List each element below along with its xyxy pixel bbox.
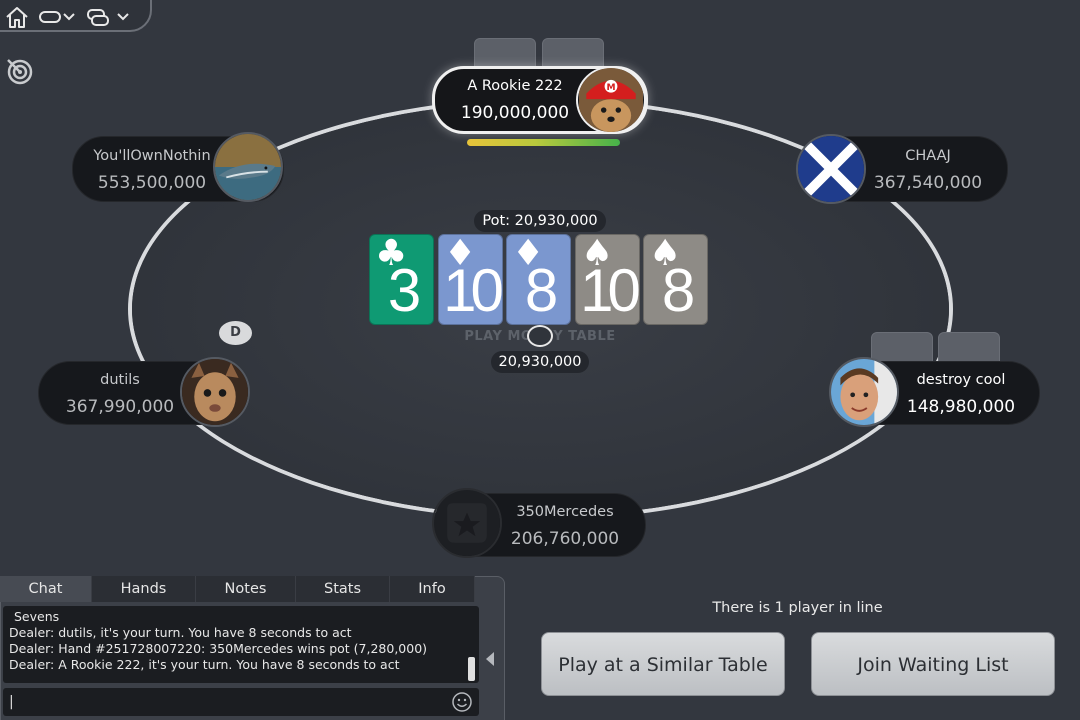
board-card-3: ♦ 8 — [506, 234, 571, 325]
tab-info[interactable]: Info — [390, 576, 475, 602]
card-rank: 8 — [661, 257, 695, 324]
player-avatar[interactable] — [180, 357, 250, 427]
target-icon[interactable] — [5, 57, 33, 85]
board-card-1: ♣ 3 — [369, 234, 434, 325]
chat-log[interactable]: Sevens Dealer: dutils, it's your turn. Y… — [3, 606, 479, 683]
card-rank: 3 — [387, 257, 421, 324]
player-stack: 148,980,000 — [906, 397, 1016, 417]
dealer-button: D — [219, 321, 252, 345]
play-similar-table-button[interactable]: Play at a Similar Table — [541, 632, 785, 696]
player-avatar[interactable]: M — [576, 66, 646, 134]
chat-line: Dealer: Hand #251728007220: 350Mercedes … — [9, 641, 428, 656]
view-toggle-icon[interactable] — [38, 6, 78, 28]
tab-notes[interactable]: Notes — [196, 576, 296, 602]
board-card-2: ♦ 10 — [438, 234, 504, 325]
card-rank: 10 — [443, 257, 504, 324]
board-card-4: ♠ 10 — [575, 234, 641, 325]
chat-line: Dealer: A Rookie 222, it's your turn. Yo… — [9, 657, 400, 672]
player-stack: 553,500,000 — [97, 173, 207, 193]
chat-line: Sevens — [14, 609, 60, 624]
join-waiting-list-button[interactable]: Join Waiting List — [811, 632, 1055, 696]
player-stack: 206,760,000 — [510, 529, 620, 549]
pot-chip-icon — [527, 325, 553, 347]
player-name: A Rookie 222 — [467, 78, 563, 94]
chat-tabs: Chat Hands Notes Stats Info — [0, 576, 475, 602]
emoji-icon[interactable] — [451, 691, 473, 713]
svg-text:M: M — [606, 83, 615, 93]
tab-chat[interactable]: Chat — [0, 576, 92, 602]
queue-status-text: There is 1 player in line — [712, 600, 883, 616]
player-stack: 367,990,000 — [65, 397, 175, 417]
player-name: You'llOwnNothin — [93, 148, 211, 164]
collapse-chat-arrow-icon[interactable] — [486, 652, 494, 666]
player-stack: 190,000,000 — [460, 103, 570, 123]
player-name: 350Mercedes — [516, 504, 614, 520]
home-icon[interactable] — [4, 6, 30, 28]
tab-hands[interactable]: Hands — [92, 576, 196, 602]
pot-chip-amount: 20,930,000 — [491, 351, 589, 373]
tab-stats[interactable]: Stats — [296, 576, 390, 602]
default-avatar-icon[interactable] — [432, 488, 502, 558]
card-rank: 8 — [524, 257, 558, 324]
tables-icon[interactable] — [86, 6, 134, 28]
player-name: CHAAJ — [905, 148, 951, 164]
action-timer-bar — [467, 139, 620, 146]
card-rank: 10 — [580, 257, 641, 324]
player-name: destroy cool — [916, 372, 1006, 388]
chat-input[interactable]: | — [3, 688, 479, 716]
player-stack: 367,540,000 — [873, 173, 983, 193]
player-name: dutils — [100, 372, 140, 388]
chat-scrollbar[interactable] — [468, 657, 475, 681]
player-avatar[interactable] — [796, 134, 866, 204]
pot-label: Pot: 20,930,000 — [474, 210, 606, 232]
chat-line: Dealer: dutils, it's your turn. You have… — [9, 625, 352, 640]
player-avatar[interactable] — [213, 132, 283, 202]
player-avatar[interactable] — [829, 357, 899, 427]
board-card-5: ♠ 8 — [643, 234, 708, 325]
